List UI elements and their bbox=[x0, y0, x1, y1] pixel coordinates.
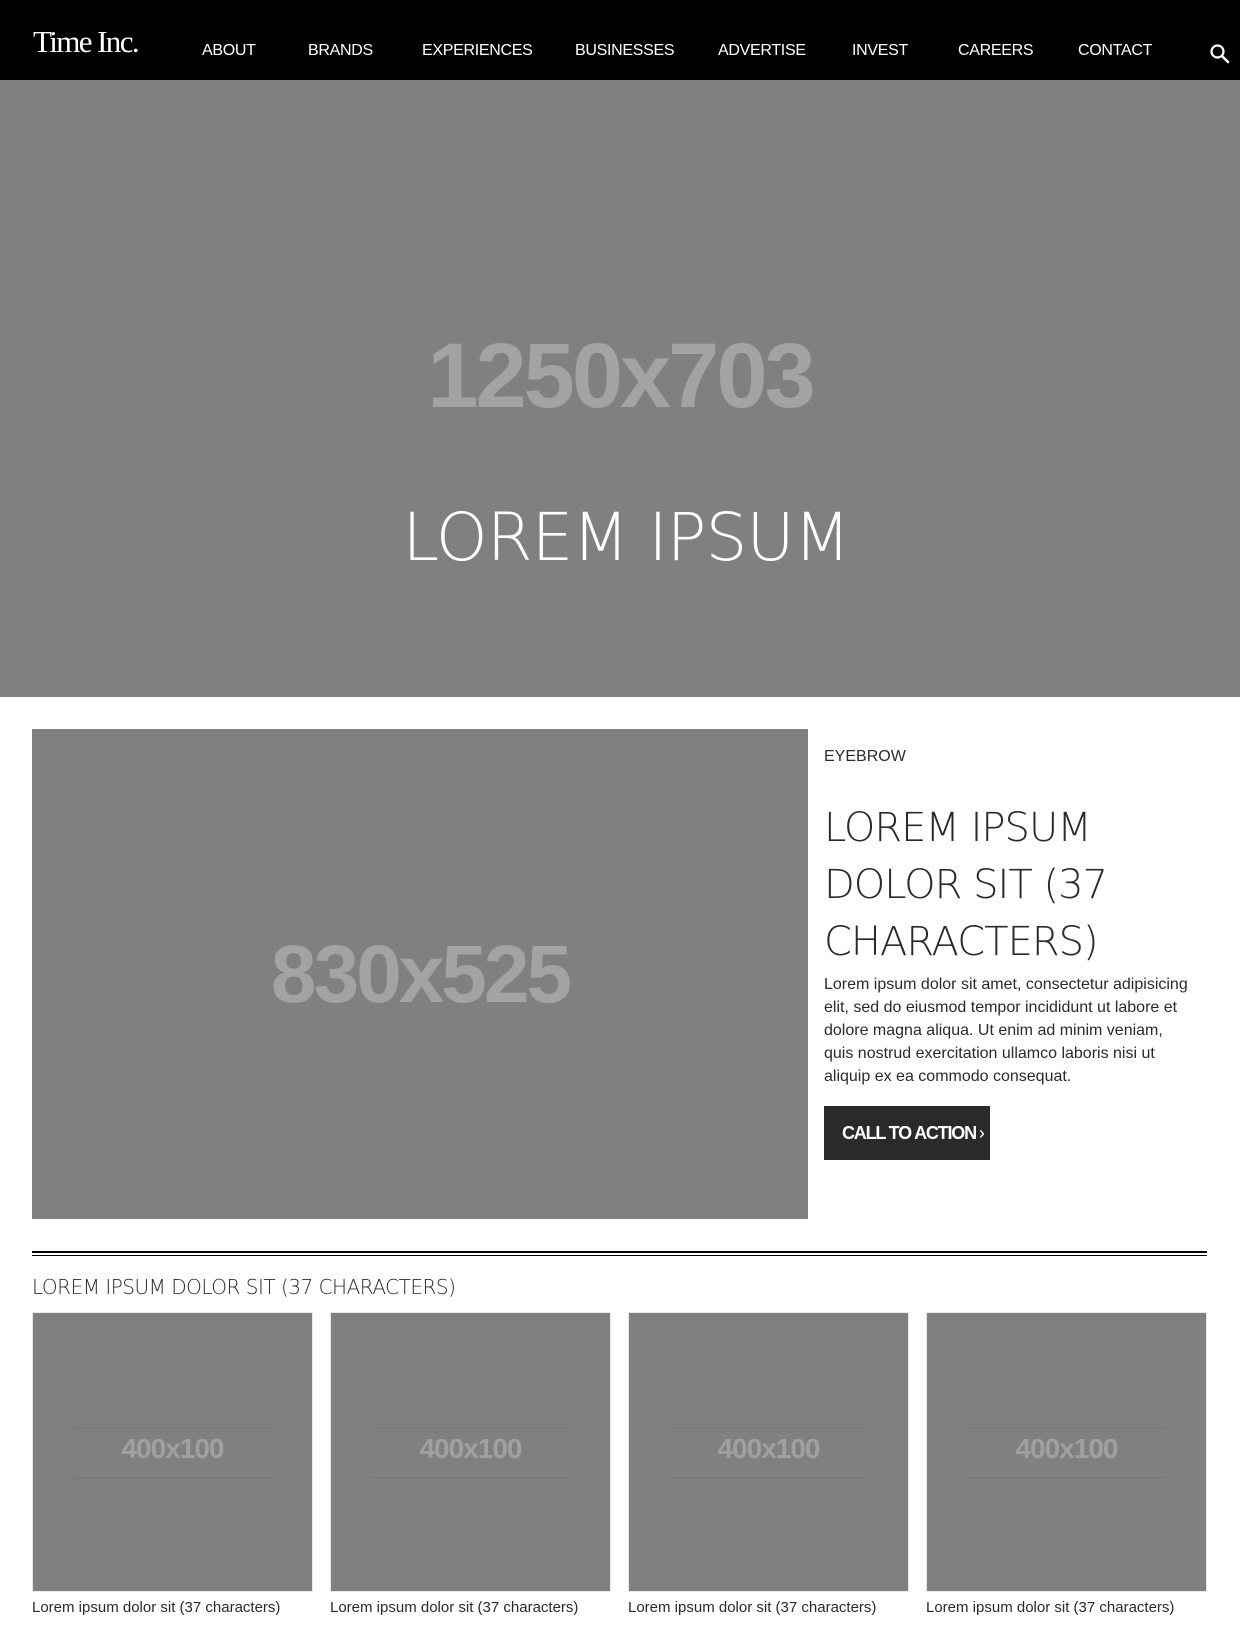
card[interactable]: 400x100 Lorem ipsum dolor sit (37 charac… bbox=[926, 1312, 1207, 1617]
feature-text: EYEBROW LOREM IPSUM DOLOR SIT (37 CHARAC… bbox=[824, 747, 1204, 1160]
card-caption[interactable]: Lorem ipsum dolor sit (37 characters) bbox=[926, 1599, 1207, 1617]
cta-label: CALL TO ACTION bbox=[842, 1123, 977, 1143]
feature-title: LOREM IPSUM DOLOR SIT (37 CHARACTERS) bbox=[824, 805, 1108, 965]
hero-title: LOREM IPSUM bbox=[402, 499, 850, 576]
card-caption[interactable]: Lorem ipsum dolor sit (37 characters) bbox=[32, 1599, 313, 1617]
section-title: LOREM IPSUM DOLOR SIT (37 CHARACTERS) bbox=[32, 1275, 456, 1299]
card-placeholder-size: 400x100 bbox=[419, 1433, 522, 1464]
nav-item-businesses[interactable]: BUSINESSES bbox=[575, 42, 675, 60]
feature-placeholder-size: 830x525 bbox=[270, 929, 572, 1020]
section-divider bbox=[32, 1251, 1207, 1256]
hero-banner: 1250x703 LOREM IPSUM bbox=[0, 80, 1240, 697]
nav-item-about[interactable]: ABOUT bbox=[202, 42, 256, 60]
hero-placeholder-size: 1250x703 bbox=[427, 325, 815, 427]
nav-item-advertise[interactable]: ADVERTISE bbox=[718, 42, 806, 60]
time-inc-logo[interactable]: Time Inc. bbox=[33, 26, 140, 57]
feature-body: Lorem ipsum dolor sit amet, consectetur … bbox=[824, 976, 1188, 1085]
nav-item-experiences[interactable]: EXPERIENCES bbox=[422, 42, 533, 60]
card-placeholder-size: 400x100 bbox=[121, 1433, 224, 1464]
eyebrow: EYEBROW bbox=[824, 748, 906, 765]
card[interactable]: 400x100 Lorem ipsum dolor sit (37 charac… bbox=[330, 1312, 611, 1617]
search-icon[interactable] bbox=[1209, 43, 1231, 65]
card-caption[interactable]: Lorem ipsum dolor sit (37 characters) bbox=[330, 1599, 611, 1617]
card-placeholder-size: 400x100 bbox=[717, 1433, 820, 1464]
card[interactable]: 400x100 Lorem ipsum dolor sit (37 charac… bbox=[628, 1312, 909, 1617]
nav-item-brands[interactable]: BRANDS bbox=[308, 42, 373, 60]
card-caption[interactable]: Lorem ipsum dolor sit (37 characters) bbox=[628, 1599, 909, 1617]
chevron-right-icon: › bbox=[978, 1123, 985, 1143]
call-to-action-button[interactable]: CALL TO ACTION › bbox=[824, 1106, 990, 1160]
card-image[interactable]: 400x100 bbox=[628, 1312, 909, 1592]
card-image[interactable]: 400x100 bbox=[32, 1312, 313, 1592]
card-placeholder-size: 400x100 bbox=[1015, 1433, 1118, 1464]
site-header: Time Inc. ABOUT BRANDS EXPERIENCES BUSIN… bbox=[0, 0, 1240, 80]
nav-item-contact[interactable]: CONTACT bbox=[1078, 42, 1152, 60]
card-image[interactable]: 400x100 bbox=[330, 1312, 611, 1592]
nav-item-invest[interactable]: INVEST bbox=[852, 42, 908, 60]
nav-item-careers[interactable]: CAREERS bbox=[958, 42, 1034, 60]
feature-image[interactable]: 830x525 bbox=[32, 729, 808, 1219]
card-image[interactable]: 400x100 bbox=[926, 1312, 1207, 1592]
card[interactable]: 400x100 Lorem ipsum dolor sit (37 charac… bbox=[32, 1312, 313, 1617]
